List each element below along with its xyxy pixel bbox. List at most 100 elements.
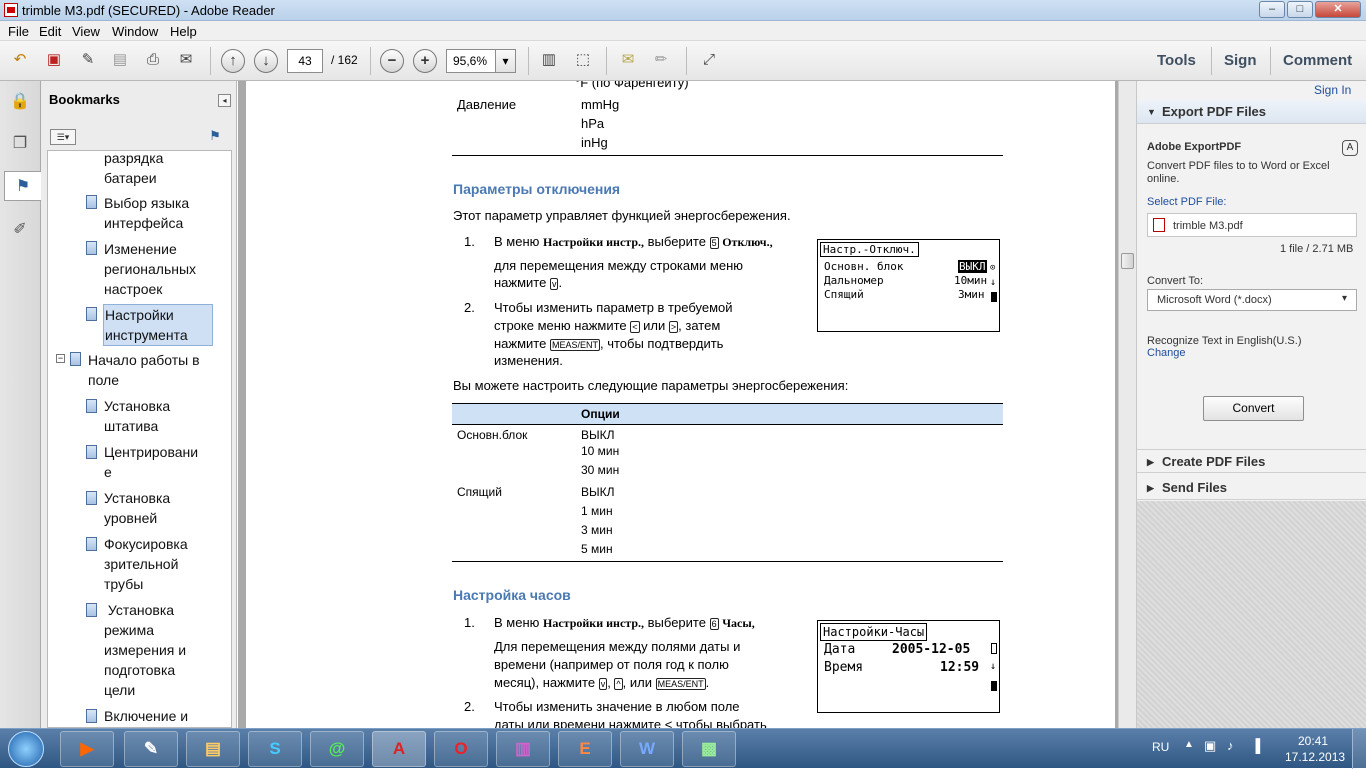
email-icon[interactable]: ✉: [174, 49, 198, 73]
show-desktop-button[interactable]: [1352, 729, 1366, 769]
next-page-button[interactable]: ↓: [254, 49, 278, 73]
bookmark-item[interactable]: Включение и: [104, 706, 188, 726]
change-link[interactable]: Change: [1147, 347, 1186, 359]
show-hidden-icons[interactable]: ▲: [1184, 739, 1194, 750]
print-icon[interactable]: ⎙: [141, 49, 165, 73]
network-icon[interactable]: ▣: [1204, 738, 1216, 754]
convert-to-label: Convert To:: [1147, 275, 1204, 287]
taskbar-app-winrar[interactable]: ▥: [496, 731, 550, 767]
taskbar-app-paint[interactable]: ✎: [124, 731, 178, 767]
toolbar-separator: [1211, 47, 1212, 75]
close-button[interactable]: ✕: [1315, 1, 1361, 18]
lock-icon[interactable]: 🔒: [5, 87, 35, 117]
taskbar-app-photo-viewer[interactable]: ▩: [682, 731, 736, 767]
chevron-down-icon: ▾: [1342, 293, 1348, 304]
scroll-thumb[interactable]: [1121, 253, 1134, 269]
sign-in-link[interactable]: Sign In: [1314, 83, 1351, 97]
save-icon[interactable]: ▤: [108, 49, 132, 73]
lcd-value: 3мин: [958, 288, 985, 301]
taskbar-app-skype[interactable]: S: [248, 731, 302, 767]
pdf-file-icon: [1153, 218, 1165, 232]
attachments-icon[interactable]: ✐: [5, 215, 35, 245]
menu-help[interactable]: Help: [170, 24, 197, 39]
sticky-note-icon[interactable]: ✉: [616, 49, 640, 73]
edit-pdf-icon[interactable]: ✎: [76, 49, 100, 73]
page-number-input[interactable]: 43: [287, 49, 323, 73]
step-number: 2.: [464, 300, 475, 315]
fit-width-icon[interactable]: ⬚: [571, 49, 595, 73]
open-file-icon[interactable]: ↶: [8, 49, 32, 73]
bookmark-label: интерфейса: [104, 215, 184, 231]
toolbar-separator: [370, 47, 371, 75]
bookmark-options-button[interactable]: ☰▾: [50, 129, 76, 145]
export-pdf-header[interactable]: ▼ Export PDF Files: [1137, 100, 1366, 124]
selected-file-box[interactable]: trimble M3.pdf: [1147, 213, 1357, 237]
bookmark-item[interactable]: Установка штатива: [104, 396, 170, 436]
step-number: 2.: [464, 699, 475, 714]
full-screen-icon[interactable]: ⤢: [697, 49, 721, 73]
bookmarks-icon[interactable]: ⚑: [4, 171, 41, 201]
highlight-icon[interactable]: ✏: [649, 49, 673, 73]
menu-view[interactable]: View: [72, 24, 100, 39]
title-bar: trimble M3.pdf (SECURED) - Adobe Reader …: [0, 0, 1366, 21]
collapse-toggle[interactable]: −: [56, 354, 65, 363]
send-files-header[interactable]: ▶ Send Files: [1137, 476, 1366, 500]
previous-page-button[interactable]: ↑: [221, 49, 245, 73]
zoom-dropdown-button[interactable]: ▾: [495, 49, 516, 73]
bookmark-item-selected[interactable]: Настройки инструмента: [103, 304, 213, 346]
convert-button[interactable]: Convert: [1203, 396, 1304, 421]
create-pdf-icon[interactable]: ▣: [42, 49, 66, 73]
expand-bookmark-icon[interactable]: ⚑: [207, 129, 223, 145]
menu-window[interactable]: Window: [112, 24, 158, 39]
doc-text: Для перемещения между полями даты и: [494, 639, 741, 654]
language-indicator[interactable]: RU: [1152, 740, 1169, 754]
bookmark-item[interactable]: Изменение региональных настроек: [104, 239, 196, 299]
bookmark-item[interactable]: Фокусировка зрительной трубы: [104, 534, 188, 594]
window-title: trimble M3.pdf (SECURED) - Adobe Reader: [22, 3, 275, 18]
taskbar-app-opera[interactable]: O: [434, 731, 488, 767]
panel-title: Create PDF Files: [1162, 454, 1266, 469]
bookmark-item[interactable]: Центрировани е: [104, 442, 198, 482]
volume-icon[interactable]: ♪: [1227, 738, 1234, 753]
taskbar-app-mail[interactable]: @: [310, 731, 364, 767]
convert-to-select[interactable]: Microsoft Word (*.docx) ▾: [1147, 289, 1357, 311]
clock-time[interactable]: 20:41: [1298, 734, 1328, 748]
menu-edit[interactable]: Edit: [39, 24, 61, 39]
bookmark-item[interactable]: Начало работы в поле: [88, 350, 200, 390]
zoom-out-button[interactable]: −: [380, 49, 404, 73]
fit-page-icon[interactable]: ▥: [537, 49, 561, 73]
zoom-level-input[interactable]: 95,6%: [446, 49, 496, 73]
tools-tab[interactable]: Tools: [1157, 52, 1196, 69]
collapse-panel-button[interactable]: ◂: [218, 94, 231, 107]
table-header-cell: Опции: [581, 407, 620, 421]
signal-icon[interactable]: ▐: [1251, 738, 1260, 753]
taskbar-app-adobe-reader[interactable]: A: [372, 731, 426, 767]
lcd-target-icon: ⊙: [990, 263, 996, 273]
create-pdf-header[interactable]: ▶ Create PDF Files: [1137, 449, 1366, 473]
bookmark-item[interactable]: Установка уровней: [104, 488, 170, 528]
comment-tab[interactable]: Comment: [1283, 52, 1352, 69]
bookmark-item[interactable]: разрядка батареи: [104, 151, 163, 188]
key-glyph: MEAS/ENT: [549, 338, 600, 351]
bookmark-item[interactable]: Выбор языка интерфейса: [104, 193, 189, 233]
taskbar-app-explorer[interactable]: ▤: [186, 731, 240, 767]
maximize-button[interactable]: □: [1287, 1, 1313, 18]
minimize-button[interactable]: –: [1259, 1, 1285, 18]
lcd-screen-clock: Настройки-Часы Дата 2005-12-05 Время 12:…: [817, 620, 1000, 713]
zoom-in-button[interactable]: +: [413, 49, 437, 73]
menu-file[interactable]: File: [8, 24, 29, 39]
service-name: Adobe ExportPDF: [1147, 141, 1242, 153]
taskbar-app-word[interactable]: W: [620, 731, 674, 767]
windows-taskbar: ▶ ✎ ▤ S @ A O ▥ E W ▩ RU ▲ ▣ ♪ ▐ 20:41 1…: [0, 728, 1366, 769]
bookmark-label: зрительной: [104, 556, 179, 572]
taskbar-app-powerpoint[interactable]: E: [558, 731, 612, 767]
document-scrollbar[interactable]: [1118, 81, 1136, 728]
start-button[interactable]: [8, 731, 44, 767]
page-thumbnails-icon[interactable]: ❐: [5, 129, 35, 159]
bookmark-item[interactable]: Установка режима измерения и подготовка цели: [104, 600, 186, 700]
doc-text: или: [643, 318, 666, 333]
sign-tab[interactable]: Sign: [1224, 52, 1257, 69]
clock-date[interactable]: 17.12.2013: [1285, 750, 1345, 764]
taskbar-app-media-player[interactable]: ▶: [60, 731, 114, 767]
toolbar-separator: [686, 47, 687, 75]
